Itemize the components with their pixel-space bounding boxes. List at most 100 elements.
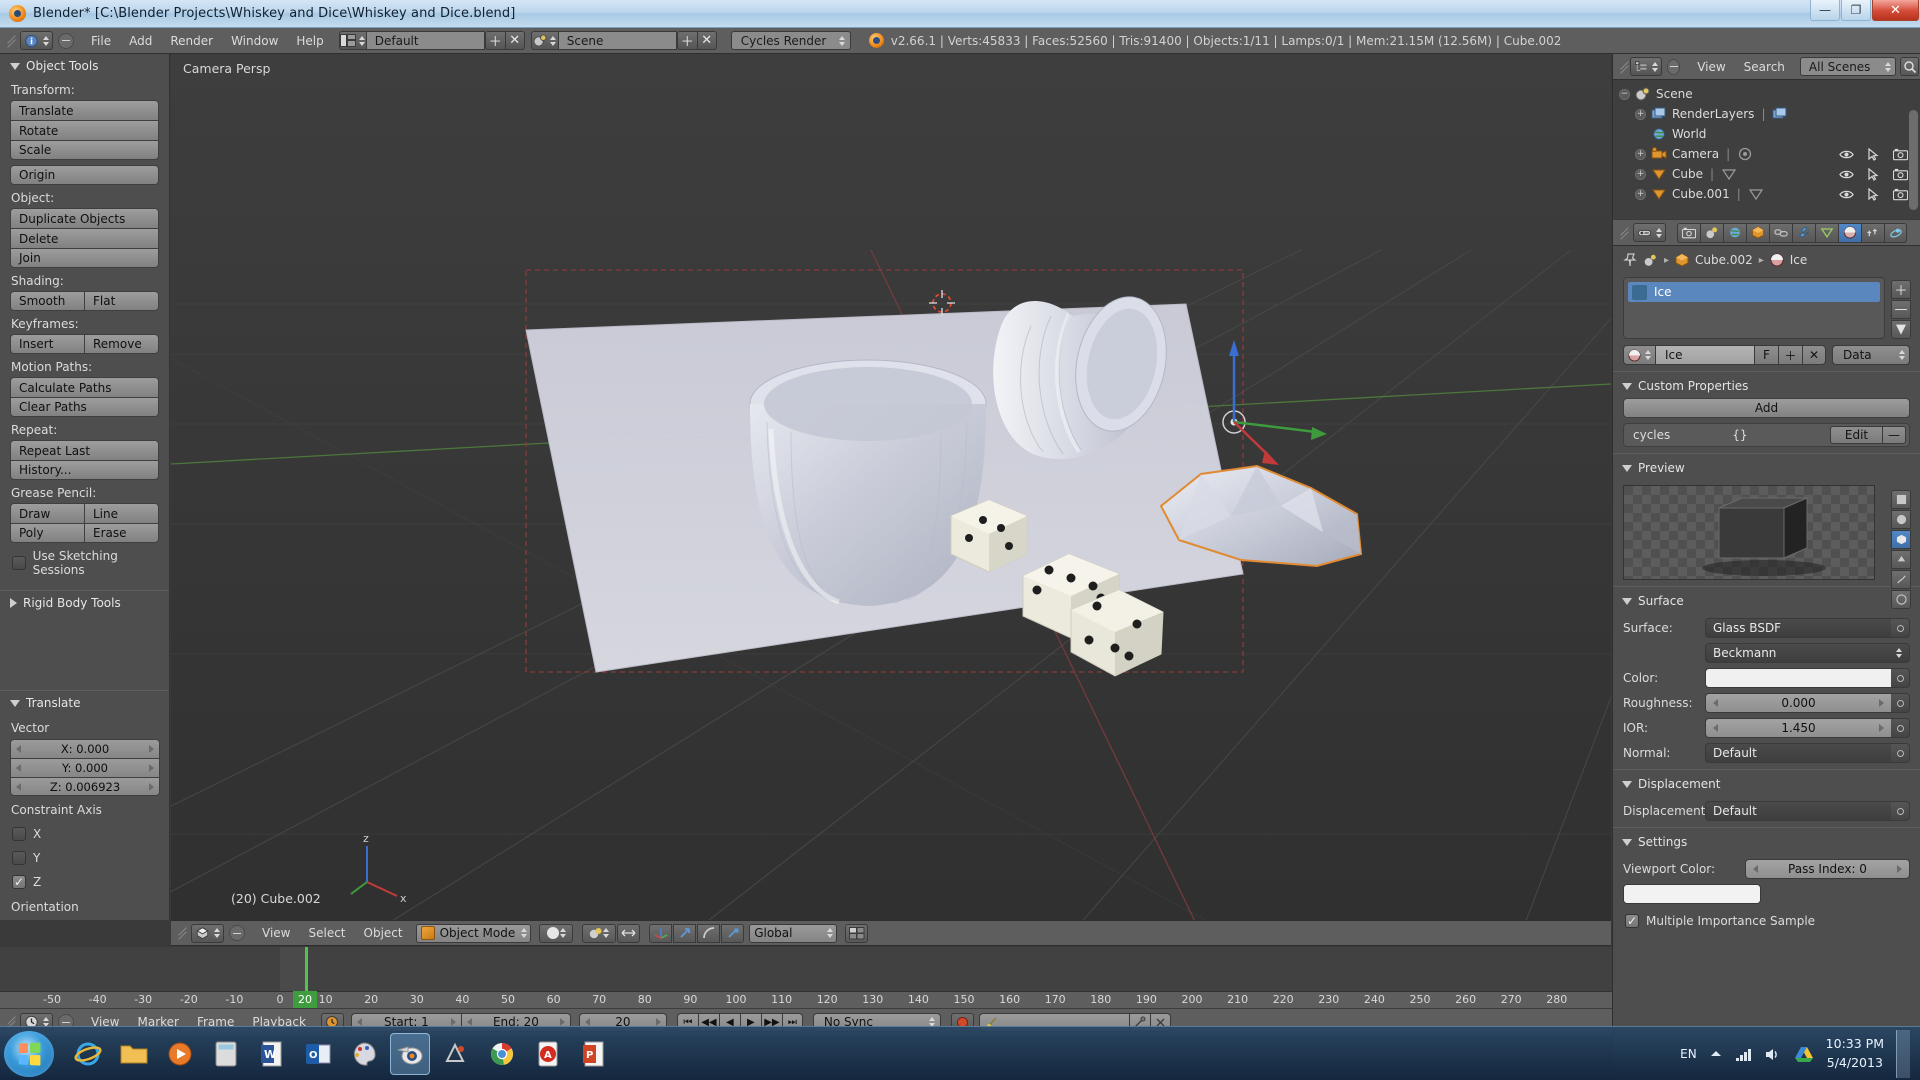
preview-sphere-sky-button[interactable] bbox=[1891, 590, 1911, 609]
pass-index-increment-icon[interactable] bbox=[1897, 865, 1902, 873]
surface-roughness-link-icon[interactable] bbox=[1891, 693, 1910, 713]
material-browse-button[interactable] bbox=[1623, 345, 1655, 365]
pass-index-field[interactable]: Pass Index: 0 bbox=[1745, 859, 1910, 879]
taskbar-item-sketchup[interactable] bbox=[436, 1033, 476, 1075]
expander-icon-scene[interactable]: − bbox=[1619, 88, 1630, 100]
scene-icon[interactable] bbox=[1643, 253, 1658, 267]
surface-shader-value[interactable]: Glass BSDF bbox=[1705, 618, 1891, 638]
outliner-row-cube[interactable]: + Cube | bbox=[1613, 164, 1920, 184]
tab-material[interactable] bbox=[1838, 222, 1861, 243]
grease-poly-button[interactable]: Poly bbox=[10, 523, 84, 543]
cursor-arrow-icon[interactable] bbox=[1868, 187, 1879, 201]
taskbar-item-internet-explorer[interactable] bbox=[68, 1033, 108, 1075]
increment-arrow-icon[interactable] bbox=[149, 745, 154, 753]
surface-color-swatch[interactable] bbox=[1705, 668, 1891, 688]
transform-orientation-selector[interactable]: Global bbox=[749, 923, 838, 943]
timeline-playhead[interactable] bbox=[305, 947, 308, 991]
delete-custom-property-button[interactable]: — bbox=[1882, 426, 1906, 444]
outliner-row-world[interactable]: World bbox=[1613, 124, 1920, 144]
viewport-menu-object[interactable]: Object bbox=[355, 924, 412, 942]
surface-shader-link-icon[interactable] bbox=[1891, 618, 1910, 638]
decrement-arrow-icon-y[interactable] bbox=[16, 764, 21, 772]
delete-scene-button[interactable]: ✕ bbox=[696, 31, 717, 50]
properties-editor-type-selector[interactable] bbox=[1633, 223, 1666, 242]
taskbar-item-outlook[interactable]: O bbox=[298, 1033, 338, 1075]
outliner-row-cube-001[interactable]: + Cube.001 | bbox=[1613, 184, 1920, 204]
taskbar-item-acrobat[interactable]: A bbox=[528, 1033, 568, 1075]
material-slot-specials-button[interactable]: ▼ bbox=[1891, 320, 1911, 339]
ior-increment-icon[interactable] bbox=[1879, 724, 1884, 732]
outliner-filter-button[interactable] bbox=[1900, 57, 1919, 76]
taskbar-item-blender[interactable] bbox=[390, 1032, 430, 1075]
tab-modifiers[interactable] bbox=[1792, 222, 1815, 243]
collapse-menus-button[interactable] bbox=[58, 32, 74, 49]
screen-layout-name[interactable]: Default bbox=[366, 31, 485, 50]
tab-constraints[interactable] bbox=[1769, 222, 1792, 243]
scale-manipulator-button[interactable] bbox=[721, 923, 745, 943]
custom-properties-section-header[interactable]: Custom Properties bbox=[1613, 371, 1920, 398]
remove-keyframe-button[interactable]: Remove bbox=[84, 334, 159, 354]
tab-render[interactable] bbox=[1677, 222, 1700, 243]
settings-section-header[interactable]: Settings bbox=[1613, 827, 1920, 854]
surface-normal-value[interactable]: Default bbox=[1705, 743, 1891, 763]
insert-keyframe-button[interactable]: Insert bbox=[10, 334, 84, 354]
preview-sphere-button[interactable] bbox=[1891, 510, 1911, 529]
rotate-manipulator-button[interactable] bbox=[697, 923, 721, 943]
surface-normal-link-icon[interactable] bbox=[1891, 743, 1910, 763]
translate-panel-header[interactable]: Translate bbox=[0, 691, 169, 714]
rotate-button[interactable]: Rotate bbox=[10, 120, 159, 140]
surface-ior-link-icon[interactable] bbox=[1891, 718, 1910, 738]
decrement-arrow-icon-z[interactable] bbox=[16, 782, 21, 791]
displacement-link-icon[interactable] bbox=[1891, 801, 1910, 821]
use-sketching-sessions-row[interactable]: Use Sketching Sessions bbox=[0, 543, 169, 581]
roughness-decrement-icon[interactable] bbox=[1713, 699, 1718, 707]
pivot-point-selector[interactable] bbox=[582, 923, 617, 943]
add-scene-button[interactable]: ＋ bbox=[676, 31, 697, 50]
calculate-paths-button[interactable]: Calculate Paths bbox=[10, 377, 159, 397]
expander-icon-cube[interactable]: + bbox=[1635, 168, 1646, 180]
render-camera-icon[interactable] bbox=[1893, 148, 1908, 161]
preview-hair-button[interactable] bbox=[1891, 570, 1911, 589]
origin-button[interactable]: Origin bbox=[10, 165, 159, 185]
add-custom-property-button[interactable]: Add bbox=[1623, 398, 1910, 418]
surface-section-header[interactable]: Surface bbox=[1613, 586, 1920, 613]
viewport-editor-type-selector[interactable] bbox=[191, 923, 224, 943]
constraint-y-checkbox[interactable] bbox=[12, 851, 26, 865]
history-button[interactable]: History... bbox=[10, 460, 159, 480]
end-decrement-icon[interactable] bbox=[466, 1018, 472, 1026]
show-hidden-icons-icon[interactable] bbox=[1709, 1048, 1723, 1060]
multiple-importance-sample-row[interactable]: Multiple Importance Sample bbox=[1613, 908, 1920, 932]
screen-layout-selector[interactable]: Default bbox=[338, 31, 485, 50]
edit-custom-property-button[interactable]: Edit bbox=[1830, 426, 1882, 444]
3d-viewport[interactable]: z x Camera Persp (20) Cube.002 bbox=[171, 54, 1611, 920]
flat-button[interactable]: Flat bbox=[84, 291, 159, 311]
close-button[interactable]: ✕ bbox=[1872, 0, 1919, 21]
constraint-x-checkbox[interactable] bbox=[12, 827, 26, 841]
smooth-button[interactable]: Smooth bbox=[10, 291, 84, 311]
tab-particles[interactable] bbox=[1861, 222, 1884, 243]
delete-button[interactable]: Delete bbox=[10, 228, 159, 248]
tab-physics[interactable] bbox=[1884, 222, 1907, 243]
viewport-shading-selector[interactable] bbox=[539, 923, 574, 943]
increment-arrow-icon-y[interactable] bbox=[149, 764, 154, 772]
start-increment-icon[interactable] bbox=[450, 1018, 456, 1026]
viewport-color-swatch[interactable] bbox=[1623, 884, 1761, 904]
surface-roughness-slider[interactable]: 0.000 bbox=[1705, 693, 1891, 713]
cursor-arrow-icon[interactable] bbox=[1868, 147, 1879, 161]
ior-decrement-icon[interactable] bbox=[1713, 724, 1718, 732]
surface-color-link-icon[interactable] bbox=[1891, 668, 1910, 688]
displacement-value[interactable]: Default bbox=[1705, 801, 1891, 821]
manipulate-center-points-button[interactable] bbox=[617, 923, 641, 943]
duplicate-objects-button[interactable]: Duplicate Objects bbox=[10, 208, 159, 228]
add-screen-layout-button[interactable]: ＋ bbox=[484, 31, 505, 50]
new-material-button[interactable]: ＋ bbox=[1778, 345, 1802, 365]
surface-distribution-selector[interactable]: Beckmann bbox=[1705, 643, 1910, 663]
minimize-button[interactable]: — bbox=[1810, 0, 1840, 21]
roughness-increment-icon[interactable] bbox=[1879, 699, 1884, 707]
menu-help[interactable]: Help bbox=[287, 32, 332, 50]
breadcrumb-object-name[interactable]: Cube.002 bbox=[1695, 253, 1753, 267]
surface-ior-slider[interactable]: 1.450 bbox=[1705, 718, 1891, 738]
unlink-material-button[interactable]: ✕ bbox=[1802, 345, 1826, 365]
show-desktop-button[interactable] bbox=[1896, 1030, 1910, 1078]
menu-file[interactable]: File bbox=[82, 32, 120, 50]
